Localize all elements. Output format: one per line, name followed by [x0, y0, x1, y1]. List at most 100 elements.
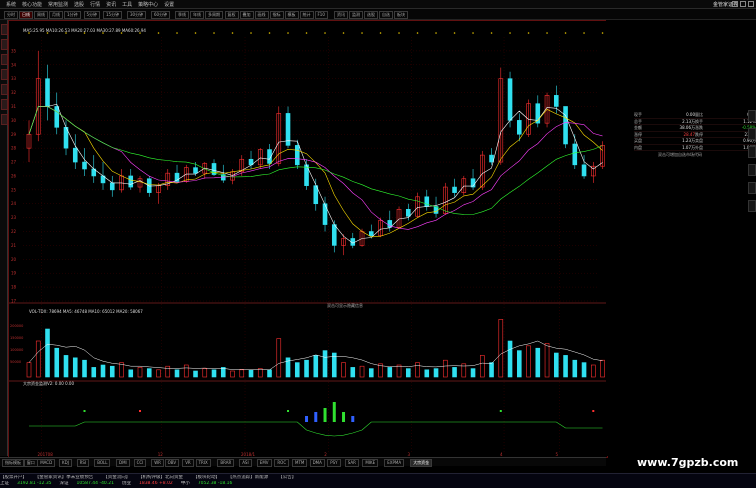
- sidebar-tab[interactable]: [1, 114, 8, 125]
- indicator-tab[interactable]: ASI: [239, 459, 251, 467]
- toolbar-button[interactable]: 5分钟: [84, 11, 101, 19]
- menu-item[interactable]: 工具: [122, 1, 132, 8]
- candle-body: [564, 106, 568, 144]
- toolbar-button[interactable]: 模板: [285, 11, 299, 19]
- signal-marker: [500, 410, 502, 412]
- scroll-button[interactable]: [748, 146, 756, 158]
- volume-bar: [175, 370, 179, 377]
- indicator-tab[interactable]: PSY: [327, 459, 340, 467]
- news-item[interactable]: 【资金流向】: [103, 475, 130, 480]
- kline-chart-area[interactable]: 3534333231302928272625242322212019181720…: [8, 20, 608, 458]
- news-item[interactable]: 【板块轮动】: [193, 475, 220, 480]
- menu-item[interactable]: 常用监测: [48, 1, 68, 8]
- sidebar-tab[interactable]: [1, 39, 8, 50]
- minimize-icon[interactable]: [732, 1, 738, 7]
- news-item[interactable]: 【公告】: [278, 475, 296, 480]
- period-toolbar: 分时日线周线月线1分钟5分钟15分钟 30分钟 60分钟季线年线多周期复权叠加画线指…: [0, 9, 756, 20]
- panel-scrollbar[interactable]: [748, 110, 754, 460]
- toolbar-button[interactable]: 60分钟: [151, 11, 170, 19]
- indicator-tab[interactable]: EMV: [257, 459, 272, 467]
- menu-item[interactable]: 行情: [90, 1, 100, 8]
- indicator-tab[interactable]: MACD: [37, 459, 55, 467]
- indicator-tab[interactable]: KDJ: [59, 459, 72, 467]
- menu-item[interactable]: 核心功能: [22, 1, 42, 8]
- sidebar-tab[interactable]: [1, 84, 8, 95]
- close-icon[interactable]: [748, 1, 754, 7]
- scroll-button[interactable]: [748, 200, 756, 212]
- toolbar-button[interactable]: 选股: [364, 11, 378, 19]
- news-item[interactable]: 【热点追踪】新能源: [230, 475, 268, 480]
- toolbar-button[interactable]: 统计: [300, 11, 314, 19]
- toolbar-button[interactable]: 指标: [270, 11, 284, 19]
- toolbar-button[interactable]: 板块: [394, 11, 408, 19]
- indicator-tab[interactable]: CCI: [134, 459, 147, 467]
- indicator-tab[interactable]: VR: [182, 459, 194, 467]
- news-item[interactable]: 【机构评级】北向资金: [140, 475, 183, 480]
- watermark-text: www.7gpzb.com: [637, 456, 738, 469]
- toolbar-button[interactable]: 自选: [379, 11, 393, 19]
- index-value: 3192.81 -12.35: [17, 481, 52, 486]
- toolbar-button[interactable]: 季线: [175, 11, 189, 19]
- indicator-tab[interactable]: OBV: [165, 459, 180, 467]
- signal-dot: [343, 32, 345, 34]
- scroll-button[interactable]: [748, 110, 756, 122]
- volume-bar: [425, 370, 429, 377]
- toolbar-button[interactable]: 15分钟: [103, 11, 122, 19]
- sidebar-tab[interactable]: [1, 99, 8, 110]
- news-item[interactable]: 【金管家资讯】季末业绩预告: [37, 475, 93, 480]
- scroll-button[interactable]: [748, 128, 756, 140]
- news-item[interactable]: 【股票开户】: [0, 475, 27, 480]
- toolbar-button[interactable]: 多周期: [205, 11, 223, 19]
- toolbar-button[interactable]: 分时: [4, 11, 18, 19]
- indicator-tab[interactable]: DMI: [116, 459, 130, 467]
- indicator-tab[interactable]: DMA: [310, 459, 325, 467]
- toolbar-button[interactable]: 画线: [255, 11, 269, 19]
- volume-bar: [499, 319, 503, 377]
- indicator-tab[interactable]: SAR: [345, 459, 359, 467]
- toolbar-button[interactable]: 监测: [349, 11, 363, 19]
- indicator-tab[interactable]: TRIX: [196, 459, 211, 467]
- index-label: 创业: [122, 481, 131, 486]
- toolbar-button[interactable]: 叠加: [240, 11, 254, 19]
- toolbar-button[interactable]: 日线: [19, 11, 33, 19]
- menu-item[interactable]: 策略中心: [138, 1, 158, 8]
- volume-bar: [323, 351, 327, 377]
- indicator-tab[interactable]: RSI: [77, 459, 90, 467]
- toolbar-button[interactable]: F10: [315, 11, 328, 19]
- sidebar-tab[interactable]: [1, 54, 8, 65]
- indicator-tab[interactable]: EXPMA: [384, 459, 404, 467]
- toolbar-button[interactable]: 周线: [34, 11, 48, 19]
- ma-line: [29, 104, 603, 243]
- signal-dot: [509, 32, 511, 34]
- indicator-tab[interactable]: 大宗资金: [410, 459, 432, 467]
- menu-item[interactable]: 资讯: [106, 1, 116, 8]
- menu-item[interactable]: 选股: [74, 1, 84, 8]
- sidebar-tab[interactable]: [1, 69, 8, 80]
- indicator-tab[interactable]: 指标模板: [2, 459, 24, 467]
- indicator-tab[interactable]: WR: [151, 459, 164, 467]
- toolbar-button[interactable]: 月线: [49, 11, 63, 19]
- candle-body: [129, 176, 133, 187]
- toolbar-button[interactable]: 资讯: [334, 11, 348, 19]
- toolbar-button[interactable]: 复权: [225, 11, 239, 19]
- maximize-icon[interactable]: [740, 1, 746, 7]
- toolbar-button[interactable]: 1分钟: [64, 11, 81, 19]
- sidebar-tab[interactable]: [1, 24, 8, 35]
- signal-dot: [380, 32, 382, 34]
- scroll-button[interactable]: [748, 164, 756, 176]
- volume-bar: [268, 370, 272, 377]
- quote-label: 金额: [634, 125, 665, 131]
- scroll-button[interactable]: [748, 182, 756, 194]
- indicator-tab[interactable]: MIKE: [362, 459, 378, 467]
- volume-bar: [46, 329, 50, 377]
- toolbar-button[interactable]: 年线: [190, 11, 204, 19]
- kline-chart-svg[interactable]: 3534333231302928272625242322212019181720…: [9, 21, 607, 457]
- indicator-tab[interactable]: BRAR: [217, 459, 234, 467]
- indicator-tab[interactable]: BOLL: [94, 459, 110, 467]
- indicator-tab[interactable]: 窗口: [24, 459, 38, 467]
- menu-item[interactable]: 系统: [6, 1, 16, 8]
- toolbar-button[interactable]: 30分钟: [127, 11, 146, 19]
- indicator-tab[interactable]: MTM: [292, 459, 307, 467]
- menu-item[interactable]: 设置: [164, 1, 174, 8]
- indicator-tab[interactable]: ROC: [274, 459, 289, 467]
